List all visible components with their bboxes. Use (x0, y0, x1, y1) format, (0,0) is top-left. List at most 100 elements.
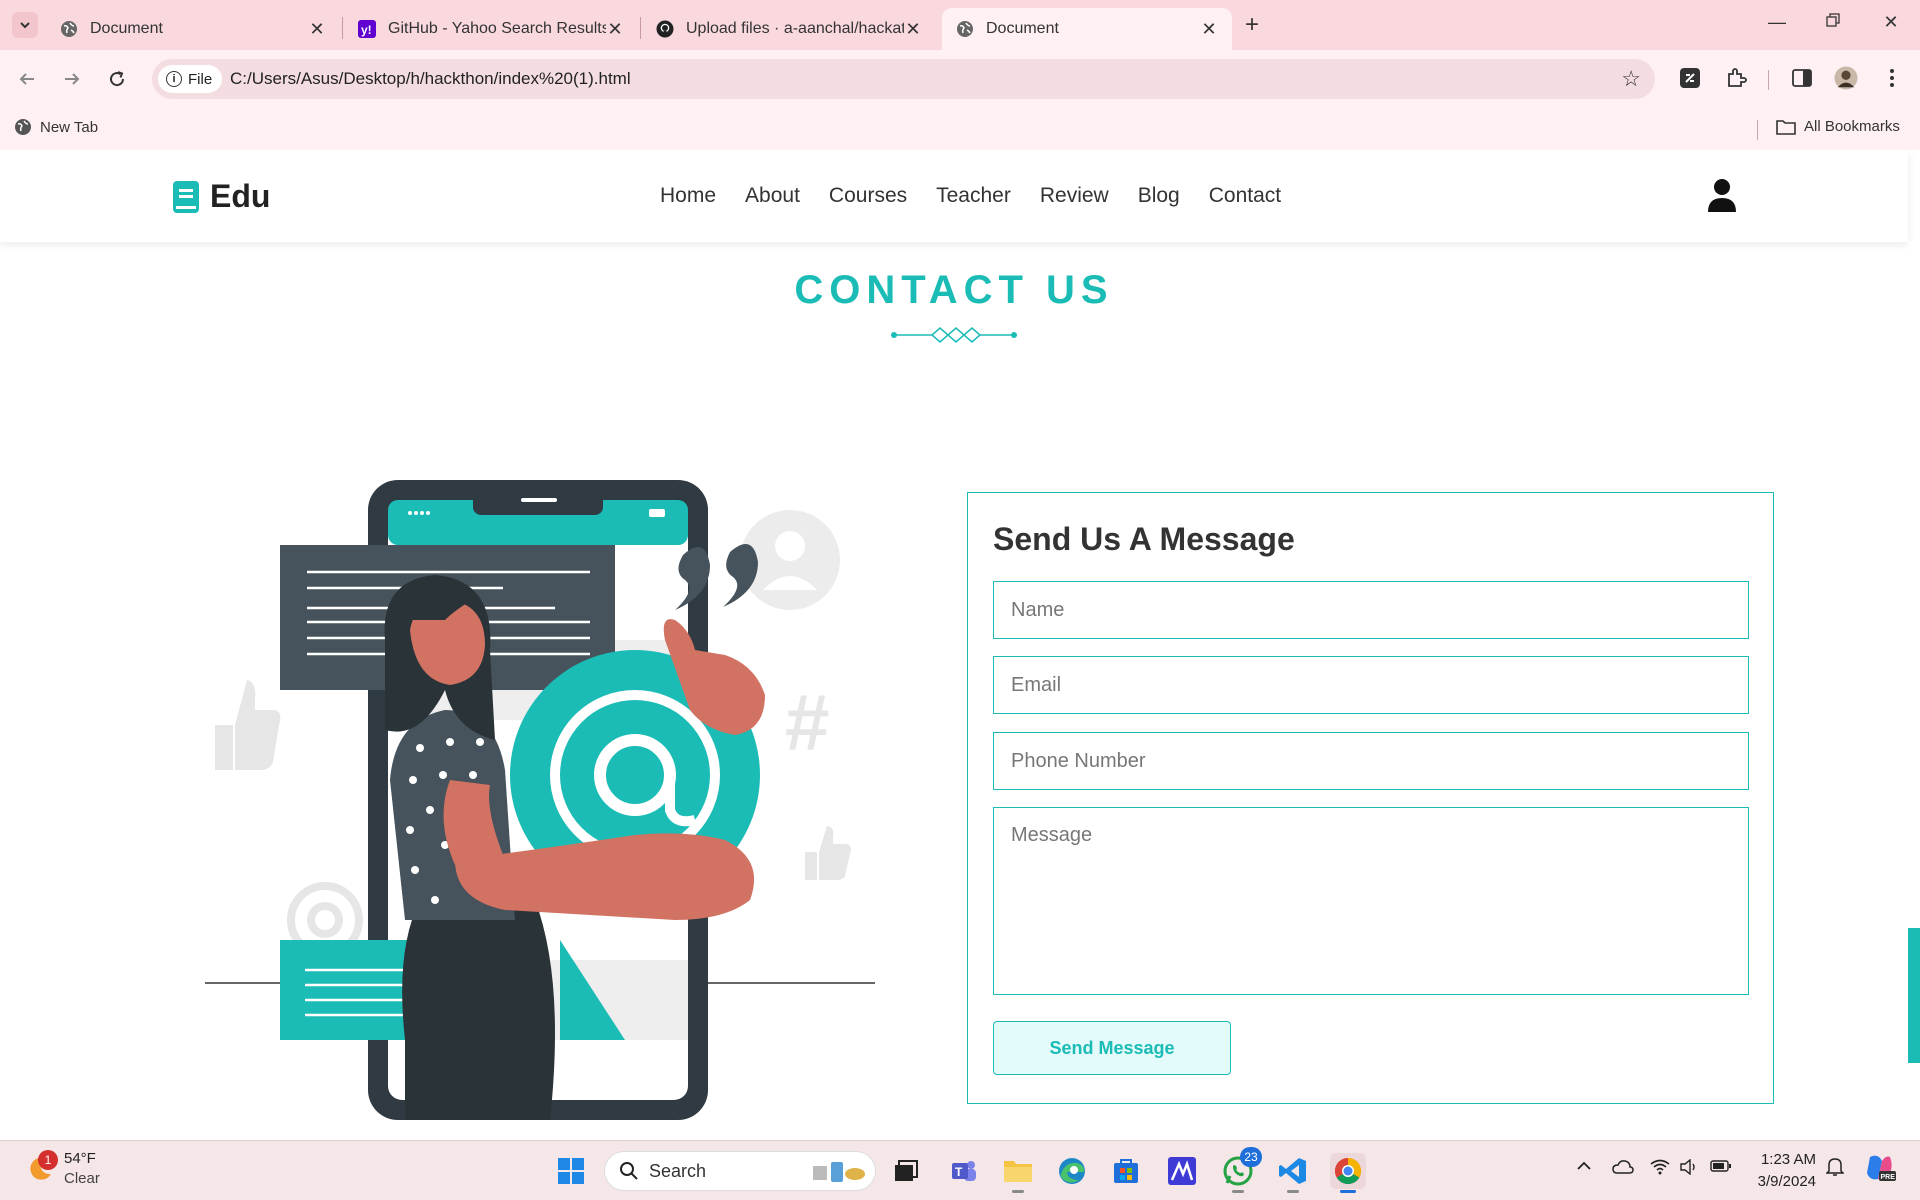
browser-tab-yahoo[interactable]: y! GitHub - Yahoo Search Results ✕ (344, 8, 638, 50)
page-scrollbar-thumb[interactable] (1908, 928, 1920, 1063)
main-nav: Home About Courses Teacher Review Blog C… (660, 184, 1310, 208)
nav-home[interactable]: Home (660, 184, 716, 208)
taskbar-search[interactable]: Search (604, 1151, 876, 1191)
bookmark-star-icon[interactable]: ☆ (1621, 66, 1641, 92)
all-bookmarks-button[interactable]: All Bookmarks (1776, 118, 1900, 135)
browser-tab-strip: Document ✕ y! GitHub - Yahoo Search Resu… (0, 0, 1920, 50)
tab-close-icon[interactable]: ✕ (308, 19, 326, 40)
nav-review[interactable]: Review (1040, 184, 1109, 208)
copilot-icon[interactable]: PRE (1864, 1153, 1896, 1187)
tab-close-icon[interactable]: ✕ (904, 19, 922, 40)
message-textarea[interactable]: Message (993, 807, 1749, 995)
svg-text:T: T (955, 1165, 963, 1179)
nav-about[interactable]: About (745, 184, 800, 208)
minimize-icon[interactable]: — (1762, 12, 1792, 33)
window-close-icon[interactable]: ✕ (1876, 12, 1906, 33)
nav-teacher[interactable]: Teacher (936, 184, 1011, 208)
name-input[interactable]: Name (993, 581, 1749, 639)
edge-icon[interactable] (1054, 1153, 1090, 1189)
tab-title: Document (986, 20, 1059, 37)
browser-menu-icon[interactable] (1880, 66, 1904, 90)
windows-start-icon[interactable] (553, 1153, 589, 1189)
onedrive-icon[interactable] (1612, 1159, 1634, 1179)
notification-bell-icon[interactable] (1825, 1157, 1845, 1181)
task-view-icon[interactable] (888, 1153, 924, 1189)
chevron-down-icon (20, 22, 30, 29)
site-logo[interactable]: Edu (172, 178, 270, 215)
weather-widget[interactable]: 1 54°F Clear (24, 1149, 100, 1189)
site-header: Edu Home About Courses Teacher Review Bl… (0, 150, 1908, 242)
extensions-puzzle-icon[interactable] (1724, 66, 1748, 90)
microsoft-store-icon[interactable] (1108, 1153, 1144, 1189)
volume-icon[interactable] (1680, 1158, 1698, 1179)
info-icon: i (166, 71, 182, 87)
show-hidden-icons[interactable] (1576, 1159, 1592, 1176)
nav-contact[interactable]: Contact (1209, 184, 1281, 208)
tab-separator (640, 17, 641, 39)
section-title: CONTACT US (794, 268, 1114, 312)
side-panel-icon[interactable] (1790, 66, 1814, 90)
taskbar-search-label: Search (649, 1160, 707, 1181)
browser-tab-document-active[interactable]: Document ✕ (942, 8, 1232, 50)
svg-text:y!: y! (361, 23, 372, 37)
github-icon (656, 20, 674, 38)
clock-time: 1:23 AM (1760, 1151, 1816, 1168)
wifi-icon[interactable] (1650, 1159, 1670, 1179)
file-explorer-icon[interactable] (1000, 1153, 1036, 1193)
globe-icon (61, 21, 77, 37)
tab-title: GitHub - Yahoo Search Results (388, 20, 606, 37)
tab-title: Upload files · a-aanchal/hackathon (686, 20, 904, 37)
url-text[interactable]: C:/Users/Asus/Desktop/h/hackthon/index%2… (230, 69, 631, 89)
running-indicator (1232, 1190, 1244, 1193)
bookmark-label: New Tab (40, 118, 99, 136)
reload-icon (110, 71, 125, 87)
whatsapp-badge: 23 (1240, 1147, 1262, 1167)
email-input[interactable]: Email (993, 656, 1749, 714)
vscode-icon[interactable] (1275, 1153, 1311, 1193)
site-info-chip[interactable]: i File (158, 65, 223, 93)
vector-app-icon[interactable] (1164, 1153, 1200, 1189)
bookmarks-bar: New Tab All Bookmarks (0, 108, 1920, 150)
taskbar: 1 54°F Clear Search T 23 1:23 AM 3/9/202… (0, 1140, 1920, 1200)
browser-tab-github[interactable]: Upload files · a-aanchal/hackathon ✕ (642, 8, 936, 50)
toolbar-separator (1768, 70, 1769, 90)
forward-button[interactable] (57, 64, 87, 94)
restore-icon[interactable] (1818, 12, 1848, 33)
active-indicator (1340, 1190, 1356, 1193)
site-info-label: File (188, 70, 213, 88)
send-message-button[interactable]: Send Message (993, 1021, 1231, 1075)
svg-text:#: # (785, 678, 830, 767)
bookmark-new-tab[interactable]: New Tab (14, 118, 98, 136)
search-icon (620, 1162, 638, 1180)
address-bar[interactable]: i File C:/Users/Asus/Desktop/h/hackthon/… (152, 59, 1655, 99)
nav-courses[interactable]: Courses (829, 184, 907, 208)
browser-tab-document-1[interactable]: Document ✕ (46, 8, 340, 50)
tab-close-icon[interactable]: ✕ (606, 19, 624, 40)
bookmark-separator (1757, 120, 1758, 140)
tab-search-button[interactable] (12, 12, 38, 38)
extension-icon[interactable] (1678, 66, 1702, 90)
web-page: Edu Home About Courses Teacher Review Bl… (0, 150, 1920, 1140)
browser-toolbar: i File C:/Users/Asus/Desktop/h/hackthon/… (0, 50, 1920, 108)
contact-illustration: # (205, 480, 875, 1120)
nav-blog[interactable]: Blog (1138, 184, 1180, 208)
chrome-icon[interactable] (1330, 1153, 1366, 1193)
user-icon[interactable] (1707, 178, 1737, 217)
new-tab-button[interactable]: + (1245, 13, 1259, 37)
taskbar-clock[interactable]: 1:23 AM 3/9/2024 (1752, 1149, 1816, 1193)
svg-text:PRE: PRE (1881, 1174, 1896, 1181)
brand-name: Edu (210, 178, 271, 214)
reload-button[interactable] (102, 64, 132, 94)
whatsapp-icon[interactable]: 23 (1220, 1147, 1262, 1193)
weather-desc: Clear (64, 1170, 100, 1187)
phone-input[interactable]: Phone Number (993, 732, 1749, 790)
tab-close-icon[interactable]: ✕ (1200, 19, 1218, 40)
profile-avatar[interactable] (1834, 66, 1858, 90)
running-indicator (1287, 1190, 1299, 1193)
contact-form: Send Us A Message Name Email Phone Numbe… (967, 492, 1774, 1104)
book-icon (173, 180, 199, 213)
battery-icon[interactable] (1710, 1159, 1732, 1177)
tab-title: Document (90, 20, 163, 37)
teams-icon[interactable]: T (946, 1153, 982, 1189)
back-button[interactable] (12, 64, 42, 94)
